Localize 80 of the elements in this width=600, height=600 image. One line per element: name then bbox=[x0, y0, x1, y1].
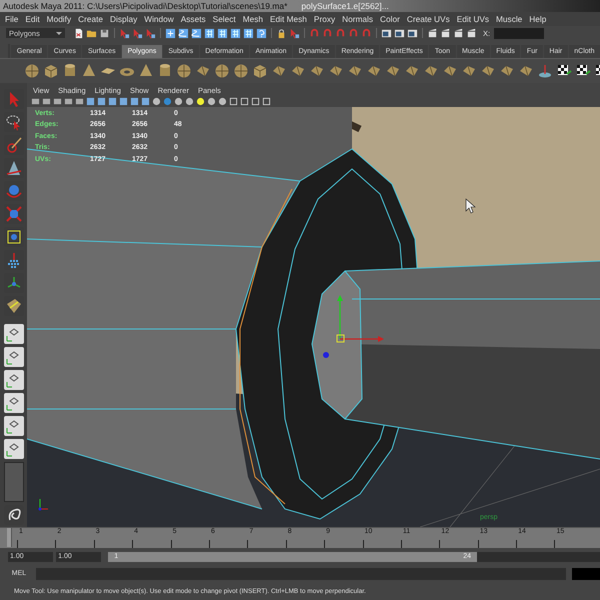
block-icon[interactable] bbox=[518, 63, 534, 79]
menu-item[interactable]: Select bbox=[212, 14, 236, 24]
select-arrow-icon[interactable] bbox=[289, 28, 300, 38]
block-icon[interactable] bbox=[461, 63, 477, 79]
menu-item[interactable]: Muscle bbox=[496, 14, 522, 24]
block-icon[interactable] bbox=[480, 63, 496, 79]
block-icon[interactable] bbox=[404, 63, 420, 79]
axis-icon bbox=[38, 498, 48, 510]
menu-item[interactable]: Assets bbox=[180, 14, 206, 24]
command-result-field bbox=[572, 568, 600, 580]
cube-icon[interactable] bbox=[252, 63, 268, 79]
curve-icon[interactable] bbox=[191, 28, 202, 38]
clapper-icon[interactable] bbox=[427, 28, 438, 38]
block-icon[interactable] bbox=[366, 63, 382, 79]
snap-grid-icon[interactable] bbox=[165, 28, 176, 38]
menu-item[interactable]: Edit UVs bbox=[456, 14, 490, 24]
block-icon[interactable] bbox=[195, 63, 211, 79]
cube-icon[interactable] bbox=[43, 63, 59, 79]
cylinder-icon[interactable] bbox=[157, 63, 173, 79]
block-icon[interactable] bbox=[347, 63, 363, 79]
layout-icon[interactable] bbox=[4, 393, 24, 413]
layout-icon[interactable] bbox=[4, 439, 24, 459]
layout-icon[interactable] bbox=[4, 324, 24, 344]
block-icon[interactable] bbox=[423, 63, 439, 79]
cone-icon[interactable] bbox=[138, 63, 154, 79]
menu-item[interactable]: Normals bbox=[342, 14, 374, 24]
sphere-icon[interactable] bbox=[24, 63, 40, 79]
block-icon[interactable] bbox=[385, 63, 401, 79]
help-icon[interactable] bbox=[256, 28, 267, 38]
cone-icon[interactable] bbox=[81, 63, 97, 79]
clapper-icon[interactable] bbox=[466, 28, 477, 38]
select-arrow-icon[interactable] bbox=[145, 28, 156, 38]
lock-icon[interactable] bbox=[276, 28, 287, 38]
block-icon[interactable] bbox=[499, 63, 515, 79]
layout-icon[interactable] bbox=[4, 370, 24, 390]
menu-item[interactable]: Help bbox=[529, 14, 546, 24]
cylinder-icon[interactable] bbox=[62, 63, 78, 79]
sphere-icon[interactable] bbox=[176, 63, 192, 79]
pivot-icon[interactable] bbox=[537, 63, 553, 79]
menu-item[interactable]: Create bbox=[78, 14, 104, 24]
cylinder-mesh-drawing[interactable] bbox=[27, 107, 600, 520]
menu-item[interactable]: File bbox=[5, 14, 18, 24]
menu-item[interactable]: Color bbox=[380, 14, 400, 24]
block-icon[interactable] bbox=[290, 63, 306, 79]
clapper-icon[interactable] bbox=[453, 28, 464, 38]
curve-icon[interactable] bbox=[178, 28, 189, 38]
grid-icon[interactable] bbox=[204, 28, 215, 38]
new-file-icon[interactable] bbox=[73, 28, 84, 38]
move-gizmo-drawing[interactable] bbox=[323, 295, 384, 358]
menu-item[interactable]: Modify bbox=[46, 14, 72, 24]
render-icon[interactable] bbox=[381, 28, 392, 38]
current-frame-marker[interactable] bbox=[7, 528, 12, 547]
menu-item[interactable]: Mesh bbox=[242, 14, 264, 24]
window-title: Autodesk Maya 2011: C:\Users\Picipolivadi\Desktop\Tutorial\scenes\19.ma* bbox=[3, 1, 288, 11]
select-arrow-icon[interactable] bbox=[119, 28, 130, 38]
save-icon[interactable] bbox=[99, 28, 110, 38]
grid-icon[interactable] bbox=[243, 28, 254, 38]
block-icon[interactable] bbox=[271, 63, 287, 79]
grid-icon[interactable] bbox=[230, 28, 241, 38]
menu-item[interactable]: Window bbox=[144, 14, 174, 24]
layout-icon[interactable] bbox=[4, 416, 24, 436]
menu-item[interactable]: Edit Mesh bbox=[270, 14, 307, 24]
window-subtitle: polySurface1.e[2562]... bbox=[301, 1, 389, 11]
menu-item[interactable]: Create UVs bbox=[406, 14, 450, 24]
menu-item[interactable]: Proxy bbox=[314, 14, 336, 24]
coordinate-field[interactable] bbox=[494, 28, 544, 38]
render-icon[interactable] bbox=[394, 28, 405, 38]
block-icon[interactable] bbox=[328, 63, 344, 79]
render-icon[interactable] bbox=[407, 28, 418, 38]
sphere-icon[interactable] bbox=[233, 63, 249, 79]
menu-item[interactable]: Edit bbox=[25, 14, 40, 24]
grid-icon[interactable] bbox=[217, 28, 228, 38]
block-icon[interactable] bbox=[442, 63, 458, 79]
clapper-icon[interactable] bbox=[440, 28, 451, 38]
block-icon[interactable] bbox=[309, 63, 325, 79]
menu-item[interactable]: Display bbox=[110, 14, 138, 24]
layout-icon[interactable] bbox=[4, 347, 24, 367]
sphere-icon[interactable] bbox=[214, 63, 230, 79]
select-arrow-icon[interactable] bbox=[132, 28, 143, 38]
mouse-cursor-icon bbox=[466, 198, 476, 214]
